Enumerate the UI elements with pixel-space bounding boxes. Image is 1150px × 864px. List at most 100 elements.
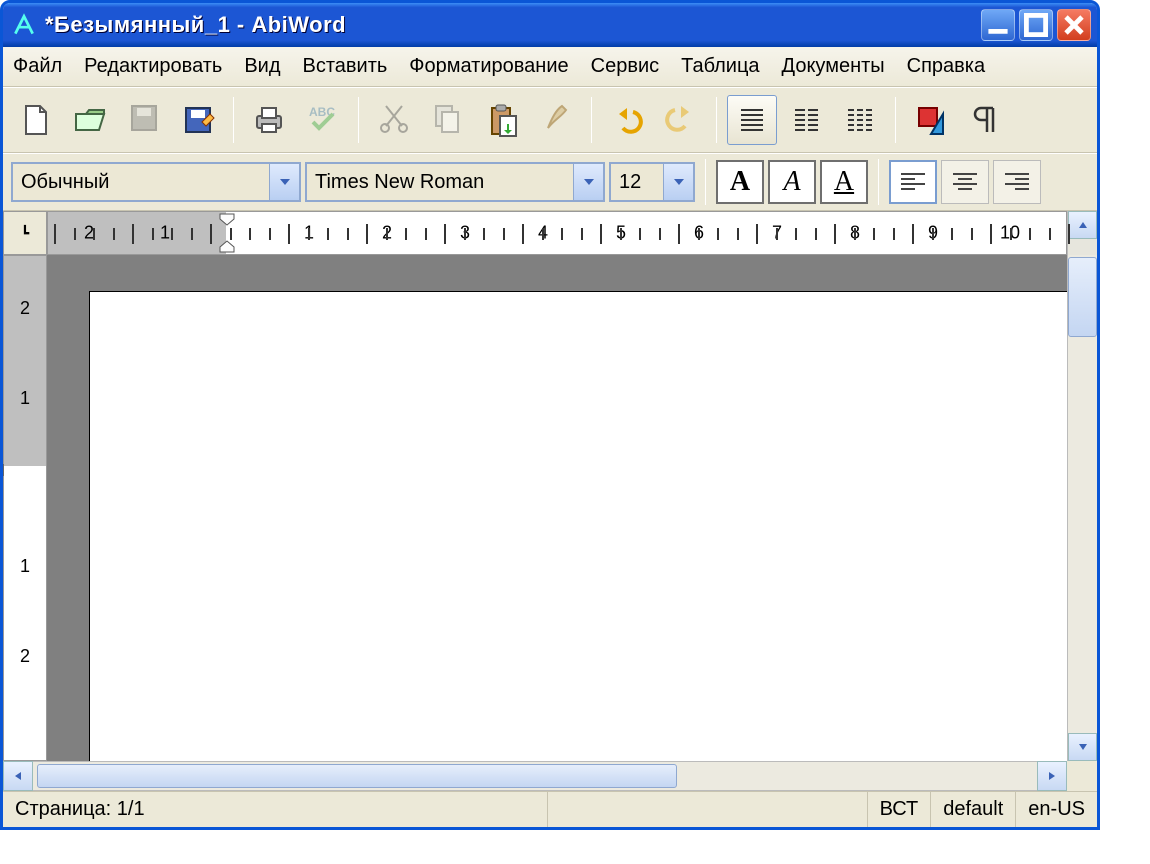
- menu-service[interactable]: Сервис: [591, 55, 660, 78]
- menu-insert[interactable]: Вставить: [303, 55, 388, 78]
- ruler-tick: [1029, 228, 1031, 240]
- font-dropdown-icon[interactable]: [573, 164, 603, 200]
- bold-button[interactable]: A: [716, 160, 764, 204]
- ruler-tick: [542, 228, 544, 240]
- menu-file[interactable]: Файл: [13, 55, 62, 78]
- scroll-down-button[interactable]: [1068, 733, 1097, 761]
- cut-button[interactable]: [369, 95, 419, 145]
- copy-button[interactable]: [423, 95, 473, 145]
- underline-button[interactable]: A: [820, 160, 868, 204]
- vruler-marker[interactable]: [3, 464, 4, 476]
- horizontal-ruler[interactable]: 2 1 1 2 3 4 5 6 7 8 9 10: [47, 211, 1067, 255]
- font-value: Times New Roman: [307, 171, 573, 194]
- ruler-tick: [581, 228, 583, 240]
- save-button[interactable]: [119, 95, 169, 145]
- align-left-button[interactable]: [889, 160, 937, 204]
- v-scroll-track[interactable]: [1068, 255, 1097, 733]
- ruler-tick: [405, 228, 407, 240]
- paste-button[interactable]: [477, 95, 527, 145]
- menu-table[interactable]: Таблица: [681, 55, 759, 78]
- app-window: *Безымянный_1 - AbiWord Файл Редактирова…: [0, 0, 1100, 830]
- ruler-tick: [932, 228, 934, 240]
- status-style: default: [931, 792, 1016, 827]
- sep: [705, 159, 706, 205]
- show-paragraph-button[interactable]: [960, 95, 1010, 145]
- close-button[interactable]: [1057, 9, 1091, 41]
- horizontal-scrollbar[interactable]: [3, 761, 1097, 791]
- ruler-tick: [191, 228, 193, 240]
- menu-view[interactable]: Вид: [244, 55, 280, 78]
- font-combo[interactable]: Times New Roman: [305, 162, 605, 202]
- ruler-tick: [93, 228, 95, 240]
- ruler-tick: [386, 228, 388, 240]
- sep: [233, 97, 234, 143]
- v-scroll-thumb[interactable]: [1068, 257, 1097, 337]
- maximize-button[interactable]: [1019, 9, 1053, 41]
- menu-format[interactable]: Форматирование: [409, 55, 568, 78]
- new-button[interactable]: [11, 95, 61, 145]
- ruler-corner[interactable]: ┗: [3, 211, 47, 255]
- ruler-tick: [366, 224, 368, 244]
- ruler-tick: [249, 228, 251, 240]
- minimize-button[interactable]: [981, 9, 1015, 41]
- document-area[interactable]: [47, 255, 1067, 761]
- h-scroll-thumb[interactable]: [37, 764, 677, 788]
- ruler-tick: [54, 224, 56, 244]
- format-painter-button[interactable]: [531, 95, 581, 145]
- ruler-tick: [444, 224, 446, 244]
- scroll-right-button[interactable]: [1037, 761, 1067, 791]
- ruler-tick: [698, 228, 700, 240]
- vruler-num: 1: [4, 556, 46, 577]
- status-insert-mode[interactable]: ВСТ: [868, 792, 932, 827]
- menu-help[interactable]: Справка: [907, 55, 985, 78]
- ruler-tick: [503, 228, 505, 240]
- style-combo[interactable]: Обычный: [11, 162, 301, 202]
- insert-shape-button[interactable]: [906, 95, 956, 145]
- window-buttons: [981, 9, 1091, 41]
- scroll-up-button[interactable]: [1068, 211, 1097, 239]
- status-page: Страница: 1/1: [3, 792, 548, 827]
- status-language[interactable]: en-US: [1016, 792, 1097, 827]
- ruler-tick: [600, 224, 602, 244]
- indent-marker[interactable]: [218, 212, 236, 254]
- ruler-tick: [464, 228, 466, 240]
- ruler-tick: [990, 224, 992, 244]
- menu-documents[interactable]: Документы: [782, 55, 885, 78]
- ruler-tick: [561, 228, 563, 240]
- size-combo[interactable]: 12: [609, 162, 695, 202]
- h-scroll-track[interactable]: [33, 761, 1037, 791]
- ruler-tick: [327, 228, 329, 240]
- ruler-tick: [308, 228, 310, 240]
- open-button[interactable]: [65, 95, 115, 145]
- columns-3-button[interactable]: [835, 95, 885, 145]
- ruler-tick: [912, 224, 914, 244]
- sep: [878, 159, 879, 205]
- ruler-tick: [1010, 228, 1012, 240]
- italic-button[interactable]: A: [768, 160, 816, 204]
- menu-edit[interactable]: Редактировать: [84, 55, 222, 78]
- vertical-ruler[interactable]: 2 1 1 2: [3, 255, 47, 761]
- page[interactable]: [89, 291, 1067, 761]
- save-as-button[interactable]: [173, 95, 223, 145]
- ruler-tick: [873, 228, 875, 240]
- ruler-tick: [74, 228, 76, 240]
- ruler-tick: [854, 228, 856, 240]
- align-center-button[interactable]: [941, 160, 989, 204]
- ruler-tick: [737, 228, 739, 240]
- spellcheck-button[interactable]: ABC: [298, 95, 348, 145]
- style-dropdown-icon[interactable]: [269, 164, 299, 200]
- size-dropdown-icon[interactable]: [663, 164, 693, 200]
- columns-2-button[interactable]: [781, 95, 831, 145]
- ruler-tick: [776, 228, 778, 240]
- vertical-scrollbar[interactable]: [1067, 255, 1097, 761]
- columns-1-button[interactable]: [727, 95, 777, 145]
- sep: [591, 97, 592, 143]
- ruler-tick: [230, 228, 232, 240]
- scroll-left-button[interactable]: [3, 761, 33, 791]
- status-spacer: [548, 792, 868, 827]
- redo-button[interactable]: [656, 95, 706, 145]
- align-right-button[interactable]: [993, 160, 1041, 204]
- print-button[interactable]: [244, 95, 294, 145]
- ruler-tick: [347, 228, 349, 240]
- undo-button[interactable]: [602, 95, 652, 145]
